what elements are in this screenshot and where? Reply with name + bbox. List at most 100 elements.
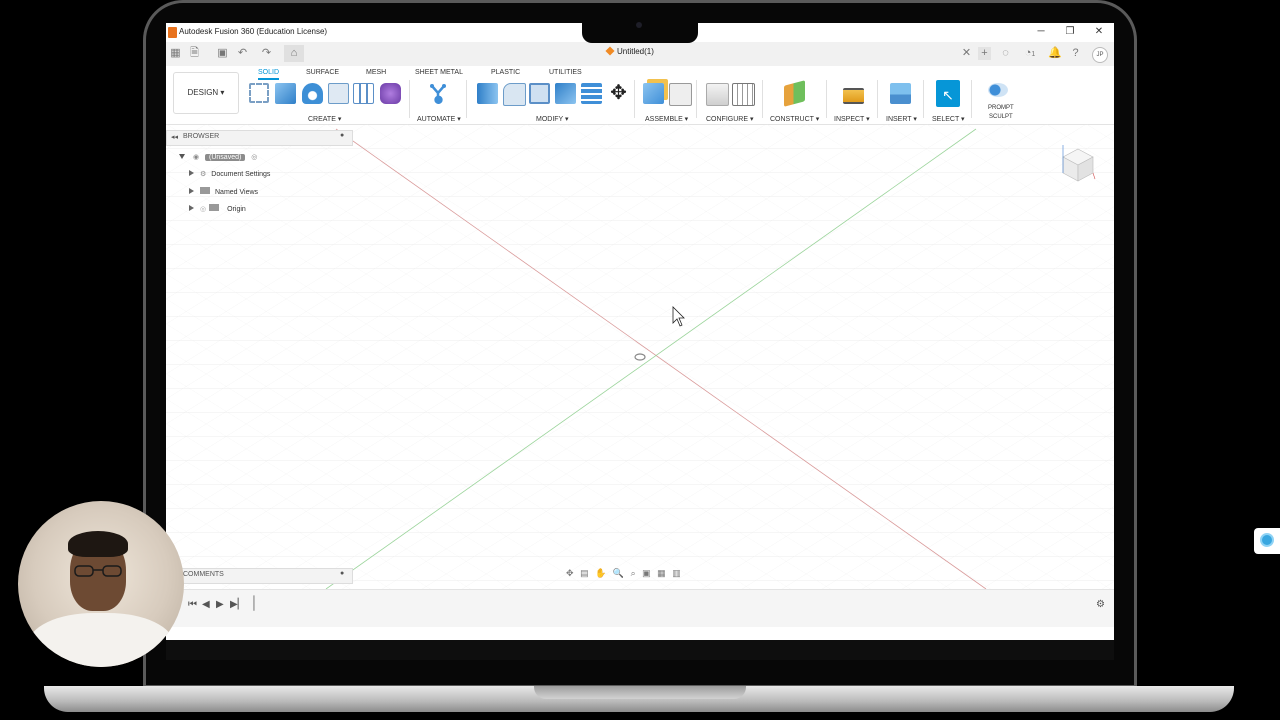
- activate-radio-icon[interactable]: ◎: [251, 154, 257, 161]
- fillet-icon[interactable]: [503, 83, 526, 106]
- modify-menu[interactable]: MODIFY ▾: [536, 115, 569, 123]
- tab-plastic[interactable]: PLASTIC: [491, 69, 520, 76]
- timeline-forward-icon[interactable]: ▶▏: [230, 599, 245, 610]
- expand-triangle-icon[interactable]: [189, 205, 194, 211]
- combine-icon[interactable]: [555, 83, 576, 104]
- browser-root-node[interactable]: ◉ (Unsaved) ◎: [179, 152, 257, 164]
- zoom-icon[interactable]: 🔍: [613, 568, 624, 578]
- timeline-start-icon[interactable]: ⏮: [188, 599, 197, 610]
- browser-item-label: Document Settings: [211, 171, 271, 178]
- browser-item-label: Origin: [227, 206, 246, 213]
- extrude-icon[interactable]: [275, 83, 296, 104]
- file-menu-icon[interactable]: 🗎: [188, 47, 201, 60]
- browser-item-document-settings[interactable]: ⚙ Document Settings: [189, 169, 270, 181]
- select-menu[interactable]: SELECT ▾: [932, 115, 965, 123]
- timeline-marker-icon[interactable]: ⏐: [250, 595, 258, 612]
- joint-icon[interactable]: [669, 83, 692, 106]
- create-menu[interactable]: CREATE ▾: [308, 115, 341, 123]
- automate-menu[interactable]: AUTOMATE ▾: [417, 115, 461, 123]
- browser-item-origin[interactable]: ◎ Origin: [189, 204, 246, 216]
- app-screen: Autodesk Fusion 360 (Education License) …: [166, 23, 1114, 640]
- floating-assistant-button[interactable]: [1254, 528, 1280, 554]
- new-component-icon[interactable]: [643, 83, 664, 104]
- form-icon[interactable]: [380, 83, 401, 104]
- insert-image-icon[interactable]: [890, 83, 911, 104]
- configure-icon[interactable]: [706, 83, 729, 106]
- extensions-icon[interactable]: ◌: [999, 47, 1012, 60]
- pan-hand-icon[interactable]: ✋: [595, 568, 606, 578]
- press-pull-icon[interactable]: [477, 83, 498, 104]
- restore-button[interactable]: ❐: [1063, 26, 1077, 37]
- hole-icon[interactable]: [328, 83, 349, 104]
- revolve-icon[interactable]: [302, 83, 323, 104]
- tab-surface[interactable]: SURFACE: [306, 69, 339, 76]
- browser-panel-header[interactable]: ◂◂ BROWSER ●: [166, 130, 353, 146]
- select-cursor-icon[interactable]: ↖: [936, 80, 960, 107]
- expand-triangle-icon[interactable]: [179, 154, 185, 159]
- create-sketch-icon[interactable]: [249, 83, 269, 103]
- visibility-eye-icon[interactable]: ◉: [193, 154, 199, 161]
- canvas-viewport[interactable]: [166, 124, 1114, 590]
- tab-utilities[interactable]: UTILITIES: [549, 69, 582, 76]
- comments-panel-header[interactable]: COMMENTS ●: [166, 568, 353, 584]
- user-avatar[interactable]: JP: [1092, 47, 1108, 63]
- inspect-menu[interactable]: INSPECT ▾: [834, 115, 870, 123]
- browser-pin-icon[interactable]: ●: [340, 132, 344, 139]
- viewports-icon[interactable]: ▥: [672, 568, 681, 578]
- close-window-button[interactable]: ✕: [1092, 26, 1106, 37]
- measure-icon[interactable]: [843, 88, 864, 104]
- redo-icon[interactable]: ↷: [260, 47, 273, 60]
- pattern-icon[interactable]: [353, 83, 374, 104]
- display-settings-icon[interactable]: ▣: [642, 568, 651, 578]
- look-at-icon[interactable]: ▤: [580, 568, 589, 578]
- screen-bottom-bezel: [166, 640, 1114, 660]
- timeline-bar: ⏮ ◀ ▶ ▶▏ ⏐ ⚙: [166, 589, 1114, 627]
- timeline-settings-gear-icon[interactable]: ⚙: [1096, 599, 1105, 610]
- hidden-eye-icon[interactable]: ◎: [200, 206, 206, 213]
- collapse-browser-icon[interactable]: ◂◂: [171, 133, 178, 141]
- job-status-icon[interactable]: ◔1: [1019, 47, 1041, 60]
- expand-triangle-icon[interactable]: [189, 170, 194, 176]
- close-tab-button[interactable]: ✕: [960, 47, 973, 60]
- minimize-button[interactable]: ─: [1034, 26, 1048, 37]
- tab-mesh[interactable]: MESH: [366, 69, 386, 76]
- assemble-menu[interactable]: ASSEMBLE ▾: [645, 115, 688, 123]
- timeline-play-icon[interactable]: ▶: [216, 599, 224, 610]
- configuration-table-icon[interactable]: [732, 83, 755, 106]
- construct-menu[interactable]: CONSTRUCT ▾: [770, 115, 819, 123]
- notifications-bell-icon[interactable]: 🔔: [1048, 47, 1062, 60]
- prompt-sculpt-label-1[interactable]: PROMPT: [988, 105, 1014, 111]
- insert-menu[interactable]: INSERT ▾: [886, 115, 917, 123]
- document-cube-icon: [605, 46, 615, 56]
- shell-icon[interactable]: [529, 83, 550, 104]
- save-icon[interactable]: ▣: [216, 47, 229, 60]
- expand-triangle-icon[interactable]: [189, 188, 194, 194]
- workspace-switcher[interactable]: DESIGN ▾: [173, 72, 239, 114]
- automate-icon[interactable]: [428, 83, 449, 104]
- timeline-back-icon[interactable]: ◀: [202, 599, 210, 610]
- ribbon-separator: [877, 80, 878, 118]
- configure-menu[interactable]: CONFIGURE ▾: [706, 115, 753, 123]
- help-icon[interactable]: ?: [1069, 47, 1082, 60]
- browser-item-named-views[interactable]: Named Views: [189, 187, 258, 199]
- view-cube[interactable]: [1061, 143, 1096, 183]
- tab-sheet-metal[interactable]: SHEET METAL: [415, 69, 463, 76]
- grid-settings-icon[interactable]: ▦: [657, 568, 666, 578]
- browser-title: BROWSER: [183, 133, 220, 140]
- fit-zoom-icon[interactable]: ⌕: [631, 568, 636, 578]
- orbit-icon[interactable]: ✥: [566, 568, 574, 578]
- undo-icon[interactable]: ↶: [236, 47, 249, 60]
- data-panel-grid-icon[interactable]: ▦: [169, 47, 182, 60]
- comments-add-icon[interactable]: ●: [340, 570, 344, 577]
- document-tab[interactable]: Untitled(1): [605, 46, 654, 56]
- split-body-icon[interactable]: [581, 83, 602, 104]
- browser-item-label: Named Views: [215, 189, 259, 196]
- move-copy-icon[interactable]: ✥: [608, 83, 629, 104]
- tab-solid[interactable]: SOLID: [258, 69, 280, 80]
- prompt-sculpt-label-2[interactable]: SCULPT: [989, 114, 1013, 120]
- offset-plane-icon[interactable]: [784, 80, 805, 107]
- home-icon[interactable]: ⌂: [284, 45, 304, 62]
- prompt-sculpt-icon[interactable]: [988, 83, 1008, 97]
- folder-icon: [209, 204, 220, 211]
- new-tab-plus-icon[interactable]: +: [978, 47, 991, 60]
